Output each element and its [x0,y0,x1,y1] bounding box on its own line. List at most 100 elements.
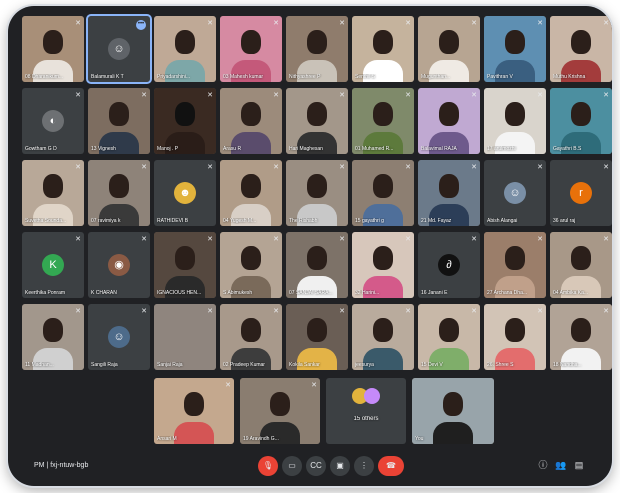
avatar: ☻ [174,182,196,204]
participant-name: K CHARAN [91,290,117,296]
mic-off-icon: ✕ [339,92,345,99]
mic-off-icon: ✕ [207,92,213,99]
participant-name: Hari Maghesan [289,146,323,152]
participant-tile[interactable]: ✕ 21 Md. Fayaz [418,160,480,226]
participant-tile[interactable]: ✕ Pavithran V [484,16,546,82]
mic-off-icon: ✕ [311,382,317,389]
participant-tile[interactable]: ✕ 26. Shree S [484,304,546,370]
participant-tile[interactable]: ✕ Senthil S [352,16,414,82]
participant-name: jeesurya [355,362,374,368]
mic-off-icon: ✕ [537,20,543,27]
others-tile[interactable]: 15 others [326,378,406,444]
more-options-icon[interactable]: ••• [136,20,146,30]
participant-tile[interactable]: ✕ Muthu Krishna [550,16,612,82]
participant-tile[interactable]: ✕ 19 Aravindh G... [240,378,320,444]
participant-tile[interactable]: ✕ Nithyashree P [286,16,348,82]
participant-name: 27 Archana Dha... [487,290,528,296]
chat-icon[interactable]: ▤ [572,458,586,472]
avatar: ◉ [108,254,130,276]
end-call-button[interactable]: ☎ [378,456,404,476]
participant-tile[interactable]: ✕ jeesurya [352,304,414,370]
participant-tile[interactable]: ✕ 08 Dharanikum... [22,16,84,82]
participant-tile[interactable]: ◉ ✕ K CHARAN [88,232,150,298]
participant-name: 16 Janani E [421,290,448,296]
grid-row: ✕ Ansari M ✕ 19 Aravindh G... 15 others Yo… [154,378,494,446]
participant-name: Pavithran V [487,74,513,80]
participant-tile[interactable]: ✕ Priyadarshini... [154,16,216,82]
avatar [364,388,380,404]
mic-off-icon: ✕ [273,20,279,27]
participant-name: Senthil S [355,74,376,80]
mic-off-icon: ✕ [603,308,609,315]
more-options-button[interactable]: ⋮ [354,456,374,476]
self-view-tile[interactable]: You [412,378,494,444]
mic-off-icon: ✕ [405,20,411,27]
participant-tile[interactable]: ✕ Manoj . P [154,88,216,154]
participant-tile[interactable]: ✕ 18 Nandha... [550,304,612,370]
participant-tile[interactable]: ✕ Sanjai Raja [154,304,216,370]
mic-off-icon: ✕ [405,308,411,315]
participant-tile[interactable]: ✕ Suvetha Sounda... [22,160,84,226]
participant-name: Sangili Raja [91,362,118,368]
mic-off-icon: ✕ [537,92,543,99]
participant-tile[interactable]: K ✕ Keerthika Ponram [22,232,84,298]
participant-tile[interactable]: ∂ ✕ 16 Janani E [418,232,480,298]
participant-tile[interactable]: ✕ Kokila Sankar [286,304,348,370]
participant-tile[interactable]: ✕ IGNACIOUS HEN... [154,232,216,298]
people-icon[interactable]: 👥 [554,458,568,472]
participant-tile[interactable]: ✕ Arasu R [220,88,282,154]
participant-tile[interactable]: ✕ S Abimukesh [220,232,282,298]
participant-tile[interactable]: ✕ Gayathri B.S [550,88,612,154]
mic-off-icon: ✕ [273,236,279,243]
participant-tile[interactable]: ✕ Balavimal RAJA [418,88,480,154]
mic-off-icon: ✕ [405,92,411,99]
participant-tile[interactable]: ✕ Mugunthan... [418,16,480,82]
participant-tile[interactable]: r ✕ 36 arul raj [550,160,612,226]
mic-off-icon: ✕ [471,308,477,315]
mic-toggle-button[interactable]: 🎙 [258,456,278,476]
participant-tile[interactable]: ✕ 15 Devi V [418,304,480,370]
participant-tile[interactable]: ✕ 01 Muhamed R... [352,88,414,154]
participant-tile[interactable]: ☺ ••• Balamurali K T [86,14,152,84]
participant-name: 36 arul raj [553,218,576,224]
participant-tile[interactable]: ☻ ✕ RATHIDEVI B [154,160,216,226]
mic-off-icon: ✕ [75,236,81,243]
participant-tile[interactable]: ◐ ✕ Gowtham G D [22,88,84,154]
participant-name: The Rishabh [289,218,318,224]
mic-off-icon: ✕ [537,164,543,171]
participant-tile[interactable]: ✕ 15 gayathri g [352,160,414,226]
participant-tile[interactable]: ✕ 11 Madhan... [22,304,84,370]
mic-off-icon: ✕ [603,236,609,243]
participant-name: Suvetha Sounda... [25,218,67,224]
participant-name: 02 Pradeep Kumar [223,362,265,368]
participant-tile[interactable]: ✕ 32 Harini... [352,232,414,298]
participant-tile[interactable]: ✕ 17 arulmozhi [484,88,546,154]
participant-tile[interactable]: ✕ 03 Mahesh kumar [220,16,282,82]
participant-tile[interactable]: ✕ The Rishabh [286,160,348,226]
participant-name: 07 SANJAI SARA... [289,290,333,296]
participant-tile[interactable]: ✕ 02 Pradeep Kumar [220,304,282,370]
mic-off-icon: ✕ [75,308,81,315]
mic-off-icon: ✕ [339,20,345,27]
participant-tile[interactable]: ✕ 27 Archana Dha... [484,232,546,298]
participant-tile[interactable]: ✕ 07 SANJAI SARA... [286,232,348,298]
present-button[interactable]: ▣ [330,456,350,476]
info-icon[interactable]: ⓘ [536,458,550,472]
mic-off-icon: ✕ [141,92,147,99]
participant-tile[interactable]: ✕ Ansari M [154,378,234,444]
participant-tile[interactable]: ☺ ✕ Abish Alangai [484,160,546,226]
captions-button[interactable]: CC [306,456,326,476]
participant-name: RATHIDEVI B [157,218,189,224]
participant-name: Balamurali K T [91,74,124,80]
participant-tile[interactable]: ✕ Hari Maghesan [286,88,348,154]
camera-toggle-button[interactable]: ▭ [282,456,302,476]
participant-tile[interactable]: ☺ ✕ Sangili Raja [88,304,150,370]
participant-name: 08 Dharanikum... [25,74,64,80]
participant-tile[interactable]: ✕ 07 ravimiya k [88,160,150,226]
participant-tile[interactable]: ✕ 04 Yugesh M... [220,160,282,226]
participant-tile[interactable]: ✕ 04 Ambika Ka... [550,232,612,298]
mic-off-icon: ✕ [471,164,477,171]
mic-off-icon: ✕ [207,236,213,243]
participant-tile[interactable]: ✕ 13 Vignesh [88,88,150,154]
participant-name: Ansari M [157,436,177,442]
